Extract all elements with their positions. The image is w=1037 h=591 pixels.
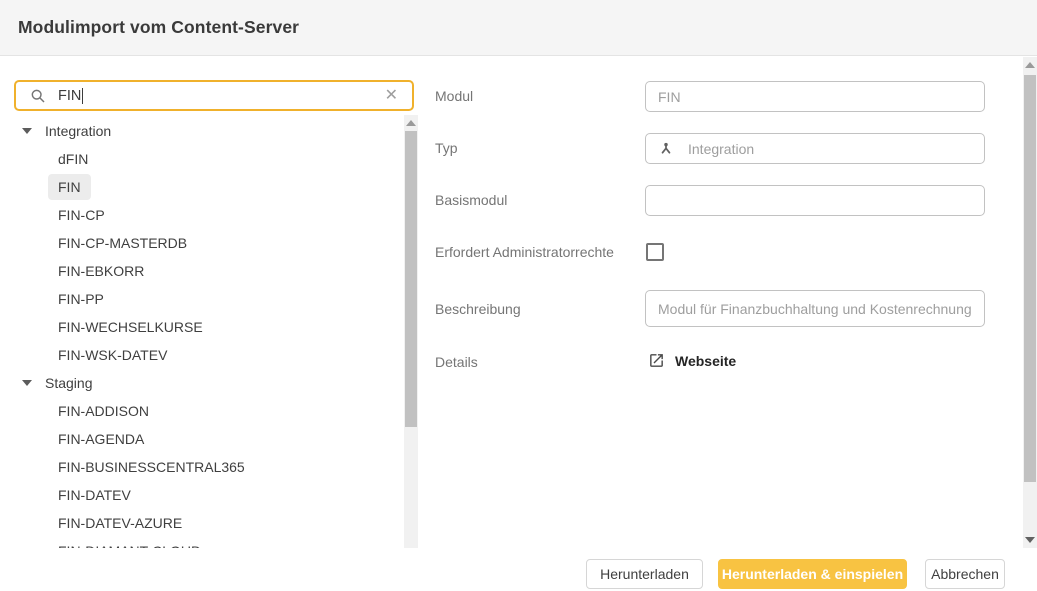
cancel-button[interactable]: Abbrechen xyxy=(925,559,1005,589)
tree-module-row[interactable]: FIN-BUSINESSCENTRAL365 xyxy=(14,453,398,481)
scroll-down-icon[interactable] xyxy=(1025,537,1035,543)
basismodul-field[interactable] xyxy=(645,185,985,216)
tree-item-label[interactable]: dFIN xyxy=(48,146,98,172)
beschreibung-label: Beschreibung xyxy=(435,301,521,317)
tree-module-row[interactable]: FIN-DIAMANT-CLOUD xyxy=(14,537,398,548)
tree-item-label[interactable]: Staging xyxy=(45,370,92,396)
typ-field-value: Integration xyxy=(688,141,754,157)
basismodul-label: Basismodul xyxy=(435,192,507,208)
module-search-box[interactable]: FIN ✕ xyxy=(14,80,414,111)
tree-item-label[interactable]: FIN-AGENDA xyxy=(48,426,154,452)
webseite-link[interactable]: Webseite xyxy=(648,352,736,369)
download-and-install-button[interactable]: Herunterladen & einspielen xyxy=(718,559,907,589)
tree-item-label[interactable]: FIN-WSK-DATEV xyxy=(48,342,177,368)
dialog-header: Modulimport vom Content-Server xyxy=(0,0,1037,56)
tree-module-row[interactable]: FIN-DATEV xyxy=(14,481,398,509)
chevron-down-icon[interactable] xyxy=(22,380,32,386)
tree-item-label-selected[interactable]: FIN xyxy=(48,174,91,200)
dialog-scrollbar-thumb[interactable] xyxy=(1024,75,1036,482)
chevron-down-icon[interactable] xyxy=(22,128,32,134)
tree-item-label[interactable]: Integration xyxy=(45,118,111,144)
webseite-link-label: Webseite xyxy=(675,353,736,369)
scroll-up-icon[interactable] xyxy=(406,120,416,126)
open-in-new-icon xyxy=(648,352,665,369)
tree-scrollbar-thumb[interactable] xyxy=(405,131,417,427)
clear-search-icon[interactable]: ✕ xyxy=(381,86,402,106)
tree-item-label[interactable]: FIN-DATEV-AZURE xyxy=(48,510,192,536)
typ-label: Typ xyxy=(435,140,458,156)
beschreibung-field[interactable]: Modul für Finanzbuchhaltung und Kostenre… xyxy=(645,290,985,327)
search-icon xyxy=(30,88,46,104)
tree-module-row[interactable]: FIN xyxy=(14,173,398,201)
tree-category-row[interactable]: Integration xyxy=(14,117,398,145)
tree-module-row[interactable]: FIN-WECHSELKURSE xyxy=(14,313,398,341)
tree-category-row[interactable]: Staging xyxy=(14,369,398,397)
module-tree: IntegrationdFINFINFIN-CPFIN-CP-MASTERDBF… xyxy=(14,117,398,548)
tree-module-row[interactable]: FIN-WSK-DATEV xyxy=(14,341,398,369)
module-import-dialog: Modulimport vom Content-Server FIN ✕ Int… xyxy=(0,0,1037,591)
dialog-title: Modulimport vom Content-Server xyxy=(18,17,299,38)
modul-field-value: FIN xyxy=(658,89,681,105)
tree-module-row[interactable]: FIN-EBKORR xyxy=(14,257,398,285)
tree-module-row[interactable]: FIN-AGENDA xyxy=(14,425,398,453)
tree-item-label[interactable]: FIN-DIAMANT-CLOUD xyxy=(48,538,211,548)
tree-item-label[interactable]: FIN-PP xyxy=(48,286,114,312)
tree-module-row[interactable]: FIN-DATEV-AZURE xyxy=(14,509,398,537)
tree-module-row[interactable]: FIN-PP xyxy=(14,285,398,313)
tree-module-row[interactable]: FIN-CP-MASTERDB xyxy=(14,229,398,257)
search-input-value[interactable]: FIN xyxy=(58,88,81,104)
tree-module-row[interactable]: FIN-CP xyxy=(14,201,398,229)
tree-item-label[interactable]: FIN-WECHSELKURSE xyxy=(48,314,213,340)
tree-item-label[interactable]: FIN-CP xyxy=(48,202,115,228)
admin-rights-checkbox[interactable] xyxy=(646,243,664,261)
download-button[interactable]: Herunterladen xyxy=(586,559,703,589)
modul-label: Modul xyxy=(435,88,473,104)
tree-scrollbar[interactable] xyxy=(404,115,418,548)
typ-field[interactable]: Integration xyxy=(645,133,985,164)
dialog-scrollbar[interactable] xyxy=(1023,57,1037,548)
text-cursor xyxy=(82,88,83,104)
tree-item-label[interactable]: FIN-ADDISON xyxy=(48,398,159,424)
integration-type-icon xyxy=(658,141,674,157)
tree-module-row[interactable]: FIN-ADDISON xyxy=(14,397,398,425)
admin-rights-label: Erfordert Administratorrechte xyxy=(435,244,614,260)
beschreibung-field-value: Modul für Finanzbuchhaltung und Kostenre… xyxy=(658,301,972,317)
tree-item-label[interactable]: FIN-EBKORR xyxy=(48,258,154,284)
tree-item-label[interactable]: FIN-CP-MASTERDB xyxy=(48,230,197,256)
scroll-up-icon[interactable] xyxy=(1025,62,1035,68)
details-label: Details xyxy=(435,354,478,370)
tree-module-row[interactable]: dFIN xyxy=(14,145,398,173)
tree-item-label[interactable]: FIN-BUSINESSCENTRAL365 xyxy=(48,454,255,480)
modul-field[interactable]: FIN xyxy=(645,81,985,112)
tree-item-label[interactable]: FIN-DATEV xyxy=(48,482,141,508)
